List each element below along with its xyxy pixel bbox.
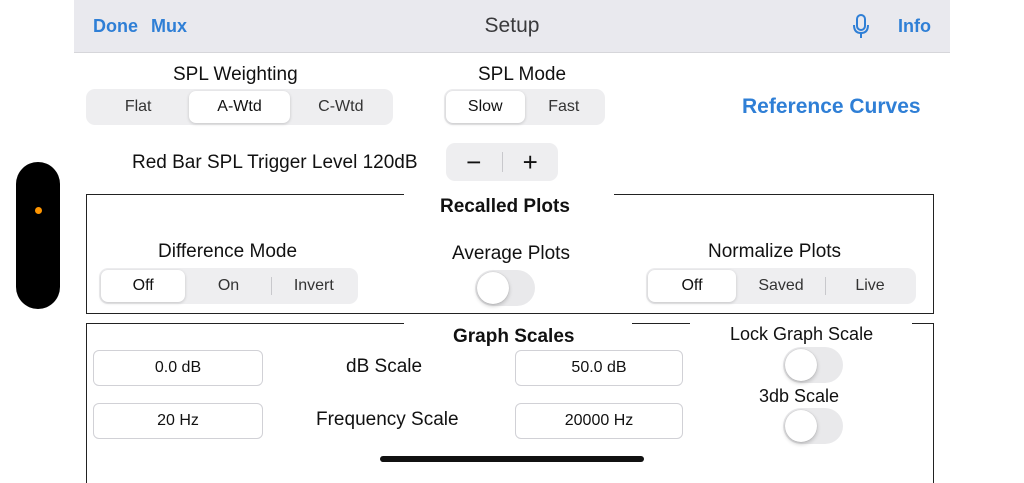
- lock-graph-scale-label: Lock Graph Scale: [730, 324, 874, 344]
- spl-weighting-option-a-wtd[interactable]: A-Wtd: [189, 91, 290, 123]
- frequency-scale-min-field[interactable]: 20 Hz: [93, 403, 263, 439]
- page-title: Setup: [484, 14, 540, 37]
- frequency-scale-max-field[interactable]: 20000 Hz: [515, 403, 683, 439]
- normalize-plots-option-off[interactable]: Off: [648, 270, 736, 302]
- info-button[interactable]: Info: [898, 16, 931, 37]
- decrement-button[interactable]: −: [446, 143, 502, 181]
- normalize-plots-option-saved[interactable]: Saved: [737, 270, 825, 302]
- difference-mode-option-off[interactable]: Off: [101, 270, 186, 302]
- recalled-plots-title: Recalled Plots: [440, 196, 570, 217]
- increment-button[interactable]: +: [503, 143, 559, 181]
- panel-title-gap: [404, 321, 632, 325]
- normalize-plots-label: Normalize Plots: [708, 241, 842, 262]
- microphone-icon[interactable]: [853, 14, 869, 40]
- difference-mode-option-on[interactable]: On: [186, 270, 270, 302]
- home-indicator[interactable]: [380, 456, 644, 462]
- navigation-bar: Done Mux Setup Info: [74, 0, 950, 53]
- spl-weighting-option-flat[interactable]: Flat: [88, 91, 188, 123]
- db-scale-min-field[interactable]: 0.0 dB: [93, 350, 263, 386]
- average-plots-label: Average Plots: [452, 243, 570, 264]
- difference-mode-segmented-control: Off On Invert: [99, 268, 358, 304]
- spl-weighting-option-c-wtd[interactable]: C-Wtd: [291, 91, 391, 123]
- db-scale-label: dB Scale: [346, 356, 423, 377]
- side-panel-handle[interactable]: [16, 162, 60, 309]
- normalize-plots-segmented-control: Off Saved Live: [646, 268, 916, 304]
- trigger-level-label: Red Bar SPL Trigger Level 120dB: [132, 152, 418, 173]
- db-scale-max-field[interactable]: 50.0 dB: [515, 350, 683, 386]
- frequency-scale-label: Frequency Scale: [316, 409, 459, 430]
- toggle-knob: [785, 410, 817, 442]
- difference-mode-label: Difference Mode: [158, 241, 298, 262]
- trigger-level-stepper: − +: [446, 143, 558, 181]
- normalize-plots-option-live[interactable]: Live: [826, 270, 914, 302]
- toggle-knob: [785, 349, 817, 381]
- three-db-scale-toggle[interactable]: [783, 408, 843, 444]
- average-plots-toggle[interactable]: [475, 270, 535, 306]
- difference-mode-option-invert[interactable]: Invert: [272, 270, 356, 302]
- status-dot-icon: [35, 207, 42, 214]
- spl-weighting-label: SPL Weighting: [173, 64, 298, 85]
- spl-mode-option-slow[interactable]: Slow: [446, 91, 525, 123]
- spl-mode-option-fast[interactable]: Fast: [525, 91, 604, 123]
- graph-scales-title: Graph Scales: [453, 326, 575, 347]
- spl-mode-label: SPL Mode: [478, 64, 567, 85]
- three-db-scale-label: 3db Scale: [759, 386, 840, 406]
- toggle-knob: [477, 272, 509, 304]
- spl-mode-segmented-control: Slow Fast: [444, 89, 605, 125]
- lock-graph-scale-toggle[interactable]: [783, 347, 843, 383]
- reference-curves-link[interactable]: Reference Curves: [742, 95, 921, 119]
- spl-weighting-segmented-control: Flat A-Wtd C-Wtd: [86, 89, 393, 125]
